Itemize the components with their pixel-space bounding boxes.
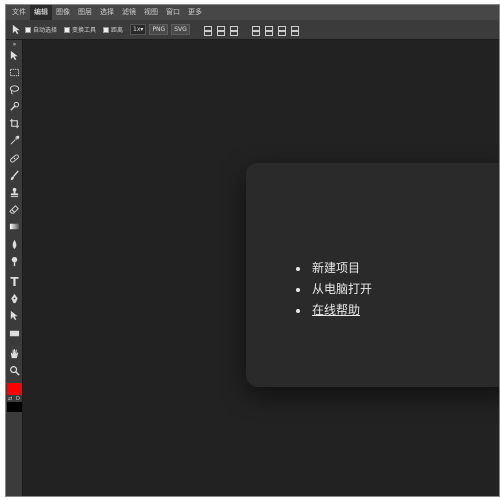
zoom-select[interactable]: 1x▾: [130, 24, 147, 35]
new-project-link[interactable]: 新建项目: [294, 258, 372, 279]
menu-more[interactable]: 更多: [184, 5, 206, 20]
quick-select-icon[interactable]: [8, 101, 21, 114]
open-from-computer-label[interactable]: 从电脑打开: [312, 282, 372, 296]
transform-checkbox[interactable]: 变换工具: [64, 25, 96, 34]
app-window: 文件 编辑 图像 图层 选择 滤镜 视图 窗口 更多 自动选择 变换工具 距离 …: [5, 4, 500, 497]
align-right-icon[interactable]: [276, 25, 286, 36]
menu-view[interactable]: 视图: [140, 5, 162, 20]
distribute-icon[interactable]: [289, 25, 299, 36]
path-select-icon[interactable]: [8, 310, 21, 323]
menu-image[interactable]: 图像: [52, 5, 74, 20]
menu-edit[interactable]: 编辑: [30, 5, 52, 20]
welcome-list: 新建项目 从电脑打开 在线帮助: [294, 258, 372, 321]
brush-tool-icon[interactable]: [8, 170, 21, 183]
checkbox-box[interactable]: [25, 26, 31, 33]
align-bottom-icon[interactable]: [228, 25, 238, 36]
foreground-color-swatch[interactable]: [7, 383, 22, 395]
online-help-link[interactable]: 在线帮助: [294, 300, 372, 321]
zoom-select-value: 1x: [133, 26, 141, 33]
transform-label: 变换工具: [72, 27, 97, 34]
healing-brush-icon[interactable]: [8, 153, 21, 166]
distance-checkbox[interactable]: 距离: [103, 25, 123, 34]
welcome-panel: 新建项目 从电脑打开 在线帮助: [246, 163, 499, 387]
gradient-tool-icon[interactable]: [8, 221, 21, 234]
open-from-computer-link[interactable]: 从电脑打开: [294, 279, 372, 300]
menu-filter[interactable]: 滤镜: [118, 5, 140, 20]
background-color-swatch[interactable]: [7, 402, 22, 412]
menu-window[interactable]: 窗口: [162, 5, 184, 20]
hand-tool-icon[interactable]: [8, 348, 21, 361]
blur-tool-icon[interactable]: [8, 239, 21, 252]
shape-tool-icon[interactable]: [8, 328, 21, 341]
marquee-tool-icon[interactable]: [8, 67, 21, 80]
menu-select[interactable]: 选择: [96, 5, 118, 20]
menu-file[interactable]: 文件: [8, 5, 30, 20]
auto-select-checkbox[interactable]: 自动选择: [25, 25, 57, 34]
menu-layer[interactable]: 图层: [74, 5, 96, 20]
dodge-tool-icon[interactable]: [8, 256, 21, 269]
move-tool-icon[interactable]: [10, 24, 22, 36]
eyedropper-icon[interactable]: [8, 135, 21, 148]
checkbox-box[interactable]: [64, 26, 71, 33]
lasso-tool-icon[interactable]: [8, 84, 21, 97]
distance-label: 距离: [111, 27, 124, 34]
move-tool-icon[interactable]: [8, 50, 21, 63]
crop-tool-icon[interactable]: [8, 118, 21, 131]
tool-panel: » T ⇄ D: [6, 40, 23, 496]
new-project-label[interactable]: 新建项目: [312, 261, 360, 275]
align-center-icon[interactable]: [263, 25, 273, 36]
eraser-tool-icon[interactable]: [8, 204, 21, 217]
online-help-label[interactable]: 在线帮助: [312, 303, 360, 317]
png-button[interactable]: PNG: [149, 24, 169, 35]
checkbox-box[interactable]: [103, 26, 110, 33]
align-middle-icon[interactable]: [215, 25, 225, 36]
zoom-tool-icon[interactable]: [8, 365, 21, 378]
align-left-icon[interactable]: [250, 25, 260, 36]
text-tool-icon[interactable]: T: [8, 276, 21, 289]
menu-bar: 文件 编辑 图像 图层 选择 滤镜 视图 窗口 更多: [6, 5, 499, 20]
stamp-tool-icon[interactable]: [8, 187, 21, 200]
svg-button[interactable]: SVG: [171, 24, 190, 35]
align-top-icon[interactable]: [202, 25, 212, 36]
options-bar: 自动选择 变换工具 距离 1x▾ PNG SVG: [6, 20, 499, 40]
auto-select-label: 自动选择: [33, 27, 58, 34]
pen-tool-icon[interactable]: [8, 293, 21, 306]
